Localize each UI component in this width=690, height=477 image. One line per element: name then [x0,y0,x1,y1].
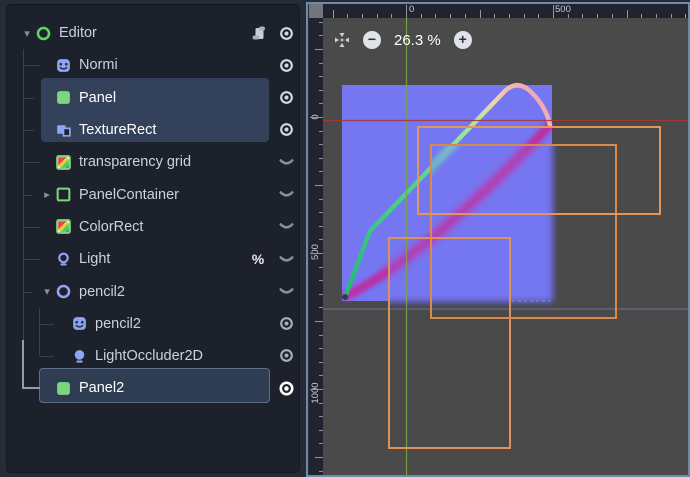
panel-icon [55,89,72,106]
node-label: pencil2 [79,284,125,300]
visibility-hidden-toggle-icon[interactable] [275,183,297,205]
visibility-toggle-icon[interactable] [275,54,297,76]
tree-row-normi[interactable]: Normi [15,49,303,81]
tree-row-colorrect[interactable]: ColorRect [15,211,303,243]
tree-row-panel[interactable]: Panel [15,82,303,114]
blend-percent-badge: % [247,248,269,270]
ruler-tick [310,117,323,118]
panel-container-icon [55,186,72,203]
sprite-face-icon [71,315,88,332]
visibility-hidden-toggle-icon[interactable] [275,151,297,173]
light-bulb-icon [55,251,72,268]
ruler-label: 0 [409,4,414,15]
node-label: TextureRect [79,122,156,138]
visibility-toggle-icon[interactable] [275,119,297,141]
script-icon[interactable] [247,22,269,44]
tree-row-pencil2[interactable]: ▾ pencil2 [15,275,303,307]
tree-row-lightoccluder2d[interactable]: LightOccluder2D [15,340,303,372]
node-label: ColorRect [79,219,143,235]
visibility-toggle-icon[interactable] [275,377,297,399]
tree-row-editor[interactable]: ▾ Editor [15,17,303,49]
expand-arrow-icon[interactable]: ▸ [39,188,55,201]
ruler-tick [553,5,554,18]
color-rect-icon [55,218,72,235]
scene-render [323,18,688,475]
tree-row-transparency-grid[interactable]: transparency grid [15,146,303,178]
node-label: Panel [79,90,116,106]
visibility-hidden-toggle-icon[interactable] [275,280,297,302]
ruler-tick [315,185,323,186]
visibility-toggle-icon[interactable] [275,345,297,367]
ruler-tick [480,10,481,18]
godot-editor-window: { "scene_tree": { "rows": [ {"label":"Ed… [0,0,690,477]
scene-tree-rows: ▾ Editor Normi [15,17,303,405]
ruler-tick [310,389,323,390]
ruler-tick [315,457,323,458]
node-label: PanelContainer [79,187,179,203]
visibility-hidden-toggle-icon[interactable] [275,248,297,270]
node2d-green-ring-icon [35,25,52,42]
color-rect-icon [55,154,72,171]
visibility-toggle-icon[interactable] [275,22,297,44]
zoom-toolbar: − 26.3 % + [334,31,472,49]
viewport-canvas[interactable]: − 26.3 % + [323,18,688,475]
node-label: pencil2 [95,316,141,332]
node-label: Editor [59,25,97,41]
zoom-in-button[interactable]: + [454,31,472,49]
ruler-tick [406,5,407,18]
tree-row-panel2[interactable]: Panel2 [15,372,303,404]
scene-tree-panel: ▾ Editor Normi [6,4,300,473]
node-label: LightOccluder2D [95,348,203,364]
ruler-label: 500 [310,236,322,268]
vertical-ruler[interactable]: 0 500 1000 [309,18,323,475]
panel-icon [55,380,72,397]
visibility-toggle-icon[interactable] [275,87,297,109]
zoom-out-button[interactable]: − [363,31,381,49]
horizontal-ruler[interactable]: 0 500 [323,4,688,18]
tree-row-texturerect[interactable]: TextureRect [15,114,303,146]
node2d-ring-icon [55,283,72,300]
ruler-corner-box [309,4,323,18]
ruler-tick [315,321,323,322]
tree-row-light[interactable]: Light % [15,243,303,275]
collapse-arrow-icon[interactable]: ▾ [19,27,35,40]
ruler-tick [315,49,323,50]
ruler-tick [627,10,628,18]
tree-row-panelcontainer[interactable]: ▸ PanelContainer [15,178,303,210]
ruler-tick [333,10,334,18]
zoom-level-value[interactable]: 26.3 % [394,32,441,49]
visibility-toggle-icon[interactable] [275,313,297,335]
node-label: Normi [79,57,118,73]
ruler-tick [310,253,323,254]
visibility-hidden-toggle-icon[interactable] [275,216,297,238]
light-occluder-icon [71,348,88,365]
sprite-face-icon [55,57,72,74]
collapse-arrow-icon[interactable]: ▾ [39,285,55,298]
texture-rect-icon [55,122,72,139]
node-label: Panel2 [79,380,124,396]
node-label: Light [79,251,110,267]
ruler-label: 1000 [310,377,322,409]
node-label: transparency grid [79,154,191,170]
center-view-icon[interactable] [334,32,350,48]
tree-row-pencil2-sprite[interactable]: pencil2 [15,308,303,340]
